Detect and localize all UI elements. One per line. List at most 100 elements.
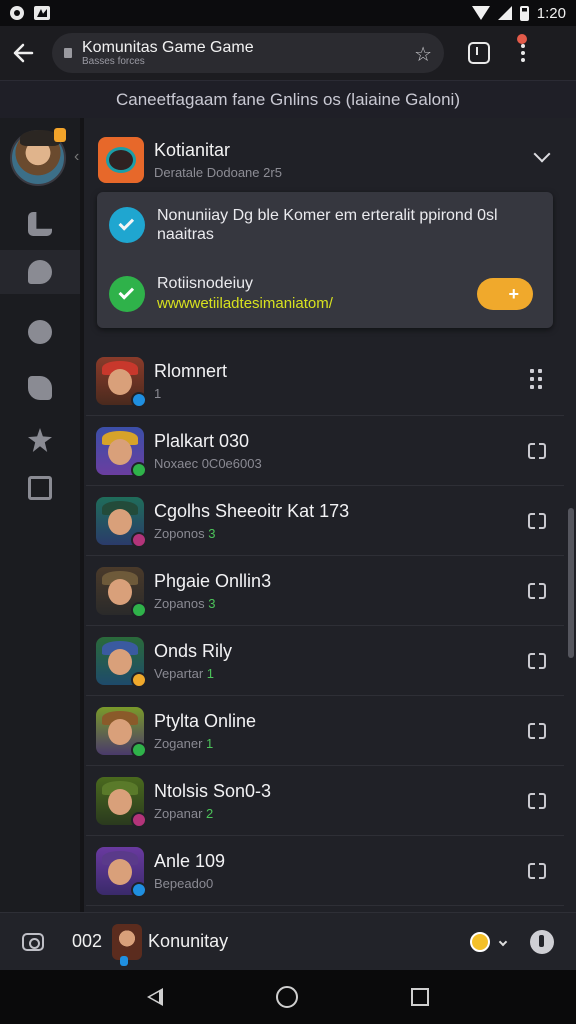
gallery-notification-icon: [34, 6, 50, 20]
community-name: Konunitay: [148, 931, 229, 951]
game-avatar: [96, 776, 147, 828]
game-meta: Zoganer 1: [154, 735, 214, 751]
list-item[interactable]: Onds Rily Vepartar 1: [86, 626, 564, 696]
game-avatar: [96, 566, 147, 618]
open-icon[interactable]: [528, 863, 546, 879]
grid-icon[interactable]: [530, 369, 542, 389]
coin-icon[interactable]: [470, 931, 490, 952]
open-icon[interactable]: [528, 583, 546, 599]
add-toggle-button[interactable]: +: [477, 278, 533, 310]
avatar[interactable]: [112, 923, 143, 966]
sidebar-item-library[interactable]: [0, 202, 80, 246]
game-meta: Zopanar 2: [154, 805, 214, 821]
scrollbar[interactable]: [568, 508, 574, 658]
popup-link[interactable]: wwwwetiiladtesimaniatom/: [157, 295, 457, 313]
nav-back-icon[interactable]: [146, 988, 163, 1006]
popup-notice-title: Rotiisnodeiuy: [157, 275, 254, 292]
open-icon[interactable]: [528, 653, 546, 669]
game-meta: Vepartar 1: [154, 665, 215, 681]
address-bar[interactable]: Komunitas Game Game Basses forces ☆: [52, 33, 444, 73]
sidebar-item-favorites[interactable]: [0, 310, 80, 354]
wifi-icon: [471, 6, 490, 20]
news-icon: [28, 476, 52, 500]
game-list: Rlomnert 1 Plalkart 030 Noxaec 0C0e6003: [86, 346, 564, 906]
game-avatar: [96, 426, 147, 478]
game-avatar: [96, 706, 147, 758]
page-banner: Caneetfagaam fane Gnlins os (laiaine Gal…: [0, 80, 576, 118]
game-avatar: [96, 496, 147, 548]
game-name: Ntolsis Son0-3: [154, 780, 272, 801]
game-meta: Zopanos 3: [154, 595, 216, 611]
member-count: 002: [72, 931, 103, 951]
open-icon[interactable]: [528, 793, 546, 809]
notification-popup: Nonuniiay Dg ble Komer em erteralit ppir…: [97, 192, 553, 328]
nav-recents-icon[interactable]: [411, 988, 430, 1006]
tabs-icon[interactable]: [468, 42, 490, 64]
game-avatar: [96, 846, 147, 898]
open-icon[interactable]: [528, 723, 546, 739]
star-icon[interactable]: ☆: [414, 42, 432, 67]
popup-message-row: Nonuniiay Dg ble Komer em erteralit ppir…: [109, 206, 537, 244]
back-button[interactable]: [10, 40, 36, 66]
chevron-down-icon[interactable]: [498, 937, 508, 946]
banner-text: Caneetfagaam fane Gnlins os (laiaine Gal…: [116, 89, 460, 109]
list-item[interactable]: Anle 109 Bepeado0: [86, 836, 564, 906]
chat-icon: [28, 260, 52, 284]
nav-home-icon[interactable]: [275, 986, 298, 1008]
game-avatar: [96, 356, 147, 408]
game-name: Anle 109: [154, 850, 226, 871]
game-meta: Zoponos 3: [154, 525, 216, 541]
sidebar: ‹: [0, 118, 80, 912]
bottom-bar: 002 Konunitay: [0, 912, 576, 970]
game-name: Onds Rily: [154, 640, 233, 661]
list-item[interactable]: Rlomnert 1: [86, 346, 564, 416]
game-name: Phgaie Onllin3: [154, 570, 272, 591]
star-badge-icon: [28, 428, 52, 452]
heart-icon: [28, 320, 52, 344]
game-name: Ptylta Online: [154, 710, 257, 731]
list-item[interactable]: Cgolhs Sheeoitr Kat 173 Zoponos 3: [86, 486, 564, 556]
notification-badge: [517, 34, 527, 44]
url-subtitle: Basses forces: [82, 56, 145, 68]
game-meta: 1: [154, 385, 162, 401]
list-item[interactable]: Phgaie Onllin3 Zopanos 3: [86, 556, 564, 626]
camera-icon[interactable]: [22, 932, 44, 951]
community-logo: [98, 137, 144, 183]
crown-icon: [54, 128, 66, 142]
chevron-down-icon[interactable]: [533, 145, 551, 163]
chevron-left-icon[interactable]: ‹: [74, 148, 79, 166]
game-name: Rlomnert: [154, 360, 228, 381]
status-bar: 1:20: [0, 0, 576, 26]
main-panel: Kotianitar Deratale Dodoane 2r5 Nonuniia…: [84, 118, 576, 912]
user-avatar[interactable]: [10, 128, 66, 186]
list-item[interactable]: Ptylta Online Zoganer 1: [86, 696, 564, 766]
sidebar-item-achievements[interactable]: [0, 418, 80, 462]
menu-icon[interactable]: [517, 34, 527, 62]
browser-toolbar: Komunitas Game Game Basses forces ☆: [0, 26, 576, 80]
game-name: Plalkart 030: [154, 430, 250, 451]
signal-icon: [497, 6, 512, 20]
app-notification-icon: [10, 6, 24, 20]
sidebar-item-plugins[interactable]: [0, 366, 80, 410]
community-subtitle: Deratale Dodoane 2r5: [154, 165, 282, 180]
info-icon[interactable]: [530, 929, 554, 954]
game-meta: Bepeado0: [154, 875, 214, 891]
sidebar-item-chat[interactable]: [0, 250, 80, 294]
popup-message: Nonuniiay Dg ble Komer em erteralit ppir…: [157, 207, 498, 244]
open-icon[interactable]: [528, 513, 546, 529]
community-card[interactable]: Kotianitar Deratale Dodoane 2r5: [98, 126, 558, 194]
open-icon[interactable]: [528, 443, 546, 459]
community-title: Kotianitar: [154, 140, 231, 160]
check-circle-icon: [109, 275, 145, 312]
list-item[interactable]: Ntolsis Son0-3 Zopanar 2: [86, 766, 564, 836]
sidebar-item-news[interactable]: [0, 466, 80, 510]
popup-notice-row: Rotiisnodeiuy wwwwetiiladtesimaniatom/: [109, 274, 457, 313]
battery-icon: [519, 5, 529, 21]
system-nav-bar: [0, 970, 576, 1024]
page-title: Komunitas Game Game: [82, 38, 254, 56]
game-name: Cgolhs Sheeoitr Kat 173: [154, 500, 350, 521]
lock-icon: [64, 48, 72, 58]
list-item[interactable]: Plalkart 030 Noxaec 0C0e6003: [86, 416, 564, 486]
puzzle-icon: [28, 376, 52, 400]
back-arrow-icon: [13, 43, 34, 63]
